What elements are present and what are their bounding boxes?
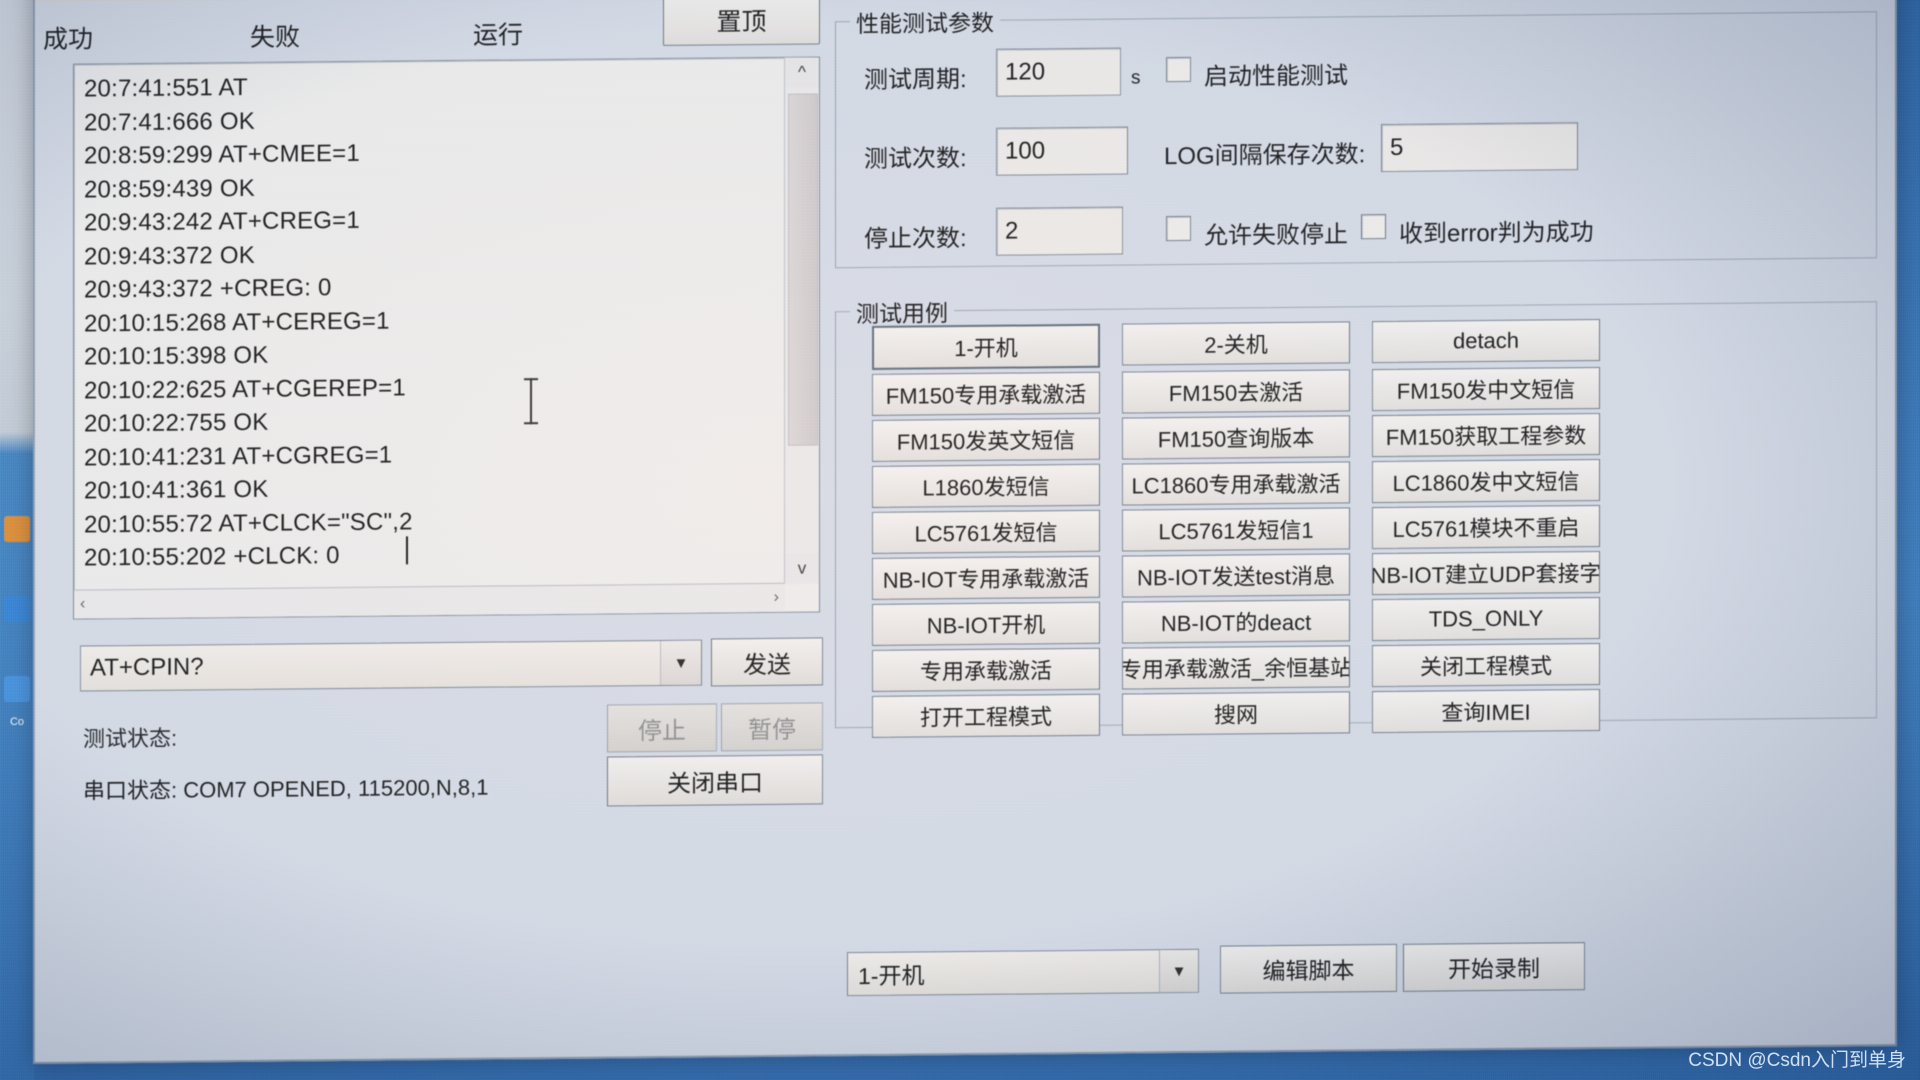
script-selected-value[interactable]: 1-开机 — [848, 954, 1159, 991]
desktop-icon-blue-2[interactable] — [4, 676, 30, 702]
menu-item-settings[interactable]: 设置 — [43, 0, 93, 2]
allow-fail-stop-label[interactable]: 允许失败停止 — [1204, 214, 1348, 250]
log-vertical-scrollbar[interactable]: ^ v — [784, 57, 819, 584]
run-counter-label: 运行 — [473, 21, 524, 50]
case-button-lc5761-send-sms[interactable]: LC5761发短信 — [872, 509, 1100, 554]
desktop-left-strip: Co — [0, 0, 34, 1080]
test-cases-group-title: 测试用例 — [850, 294, 954, 330]
application-window: 设置 模式 频点/小区锁定 LTE_INFO设置 帮助 成功 失败 运行 置顶 … — [33, 0, 1903, 1065]
test-cycle-value[interactable]: 120 — [997, 58, 1045, 86]
scroll-up-icon[interactable]: ^ — [785, 57, 819, 88]
case-button-fm150-query-version[interactable]: FM150查询版本 — [1122, 415, 1350, 460]
case-button-lc5761-no-module-reset[interactable]: LC5761模块不重启 — [1372, 504, 1600, 550]
start-perf-test-label[interactable]: 启动性能测试 — [1204, 55, 1348, 91]
performance-group-title: 性能测试参数 — [850, 3, 1000, 40]
stop-button[interactable]: 停止 — [607, 703, 717, 753]
script-selector-combobox[interactable]: 1-开机 ▼ — [847, 948, 1199, 997]
performance-test-params-group: 性能测试参数 测试周期: 120 s 启动性能测试 测试次数: 100 LOG间… — [835, 3, 1877, 269]
case-button-nbiot-dedicated-bearer-activate[interactable]: NB-IOT专用承载激活 — [872, 555, 1100, 600]
chevron-down-icon[interactable]: ▼ — [660, 640, 701, 685]
error-as-success-checkbox[interactable] — [1361, 214, 1386, 240]
start-perf-test-checkbox[interactable] — [1166, 56, 1191, 83]
case-button-lc5761-send-sms-1[interactable]: LC5761发短信1 — [1122, 507, 1350, 552]
test-cycle-input[interactable]: 120 — [996, 47, 1121, 97]
i-beam-mouse-cursor — [524, 378, 538, 425]
test-cycle-label: 测试周期: — [864, 66, 967, 95]
pause-button[interactable]: 暂停 — [721, 702, 823, 752]
test-case-button-grid: 1-开机 2-关机 detach FM150专用承载激活 FM150去激活 FM… — [872, 318, 1600, 738]
case-button-1-power-on[interactable]: 1-开机 — [872, 323, 1100, 370]
case-button-l1860-send-sms[interactable]: L1860发短信 — [872, 463, 1100, 508]
menu-item-mode[interactable]: 模式 — [127, 0, 177, 1]
case-button-close-engineering-mode[interactable]: 关闭工程模式 — [1372, 642, 1600, 688]
stop-count-input[interactable]: 2 — [996, 206, 1123, 256]
scroll-left-icon[interactable]: ‹ — [80, 595, 85, 613]
stop-count-value[interactable]: 2 — [997, 218, 1018, 246]
case-button-tds-only[interactable]: TDS_ONLY — [1372, 596, 1600, 642]
test-count-value[interactable]: 100 — [997, 137, 1045, 165]
scroll-down-icon[interactable]: v — [785, 553, 819, 584]
case-button-nbiot-create-udp-socket[interactable]: NB-IOT建立UDP套接字 — [1372, 550, 1600, 596]
close-port-button[interactable]: 关闭串口 — [607, 754, 823, 807]
case-button-2-power-off[interactable]: 2-关机 — [1122, 321, 1350, 366]
case-button-open-engineering-mode[interactable]: 打开工程模式 — [872, 693, 1100, 738]
case-button-lc1860-dedicated-bearer-activate[interactable]: LC1860专用承载激活 — [1122, 461, 1350, 506]
desktop-icon-orange[interactable] — [4, 516, 30, 542]
fail-counter-label: 失败 — [250, 23, 301, 52]
desktop-icon-label: Co — [9, 716, 25, 728]
send-button[interactable]: 发送 — [711, 637, 823, 687]
success-counter-label: 成功 — [43, 25, 94, 54]
case-button-fm150-send-chinese-sms[interactable]: FM150发中文短信 — [1372, 366, 1600, 412]
case-button-search-network[interactable]: 搜网 — [1122, 691, 1350, 736]
scroll-right-icon[interactable]: › — [774, 589, 779, 607]
case-button-dedicated-bearer-activate-yuhengbase[interactable]: 专用承载激活_余恒基站 — [1122, 645, 1350, 690]
log-interval-value[interactable]: 5 — [1382, 134, 1403, 162]
vertical-scroll-thumb[interactable] — [788, 93, 818, 446]
stop-count-label: 停止次数: — [864, 225, 967, 254]
log-horizontal-scrollbar[interactable]: ‹ › — [74, 582, 785, 619]
at-command-value[interactable]: AT+CPIN? — [81, 649, 660, 683]
log-text-caret — [406, 536, 408, 565]
watermark-label: CSDN @Csdn入门到单身 — [1688, 1050, 1906, 1071]
error-as-success-label[interactable]: 收到error判为成功 — [1399, 212, 1594, 249]
log-interval-input[interactable]: 5 — [1381, 122, 1578, 173]
case-button-dedicated-bearer-activate[interactable]: 专用承载激活 — [872, 647, 1100, 692]
test-count-label: 测试次数: — [864, 145, 967, 174]
case-button-detach[interactable]: detach — [1372, 318, 1600, 364]
log-line-container: 20:7:41:551 AT 20:7:41:666 OK 20:8:59:29… — [84, 66, 775, 581]
allow-fail-stop-checkbox[interactable] — [1166, 215, 1191, 242]
log-output-box[interactable]: 20:7:41:551 AT 20:7:41:666 OK 20:8:59:29… — [73, 56, 820, 620]
desktop-icon-blue[interactable] — [4, 596, 30, 622]
case-button-fm150-dedicated-bearer-activate[interactable]: FM150专用承载激活 — [872, 371, 1100, 416]
case-button-nbiot-power-on[interactable]: NB-IOT开机 — [872, 601, 1100, 646]
case-button-fm150-get-eng-params[interactable]: FM150获取工程参数 — [1372, 412, 1600, 458]
test-status-label: 测试状态: — [83, 725, 178, 752]
pin-on-top-button[interactable]: 置顶 — [663, 0, 820, 46]
case-button-nbiot-deact[interactable]: NB-IOT的deact — [1122, 599, 1350, 644]
chevron-down-icon[interactable]: ▼ — [1159, 949, 1198, 993]
log-line: 20:10:55:202 +CLCK: 0 — [84, 542, 340, 572]
serial-port-status-label: 串口状态: COM7 OPENED, 115200,N,8,1 — [83, 774, 489, 804]
case-button-nbiot-send-test-message[interactable]: NB-IOT发送test消息 — [1122, 553, 1350, 598]
test-cycle-unit: s — [1131, 67, 1141, 89]
case-button-fm150-send-english-sms[interactable]: FM150发英文短信 — [872, 417, 1100, 462]
test-cases-group: 测试用例 1-开机 2-关机 detach FM150专用承载激活 FM150去… — [835, 294, 1877, 738]
case-button-query-imei[interactable]: 查询IMEI — [1372, 688, 1600, 734]
case-button-fm150-deactivate[interactable]: FM150去激活 — [1122, 369, 1350, 414]
log-interval-label: LOG间隔保存次数: — [1164, 141, 1366, 171]
test-count-input[interactable]: 100 — [996, 126, 1128, 176]
case-button-lc1860-send-chinese-sms[interactable]: LC1860发中文短信 — [1372, 458, 1600, 504]
at-command-combobox[interactable]: AT+CPIN? ▼ — [80, 639, 702, 692]
edit-script-button[interactable]: 编辑脚本 — [1220, 943, 1397, 994]
start-record-button[interactable]: 开始录制 — [1403, 942, 1585, 992]
